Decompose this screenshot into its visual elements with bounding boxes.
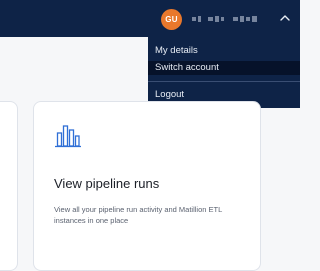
user-avatar[interactable]: GU [161,8,182,30]
menu-item-my-details[interactable]: My details [148,44,300,58]
redacted-user-name [192,16,257,22]
view-pipeline-runs-card[interactable]: View pipeline runs View all your pipelin… [33,101,261,271]
card-description: View all your pipeline run activity and … [54,205,222,225]
top-navigation-bar: GU [0,0,300,37]
menu-divider [148,81,300,82]
card-title: View pipeline runs [54,176,160,191]
adjacent-card[interactable] [0,101,18,271]
menu-item-switch-account[interactable]: Switch account [148,61,300,75]
menu-item-logout[interactable]: Logout [148,88,300,102]
user-dropdown-menu: My details Switch account Logout [148,37,300,108]
user-account-button[interactable]: GU [161,8,257,30]
bar-chart-icon [55,125,81,148]
chevron-up-icon[interactable] [278,12,292,24]
